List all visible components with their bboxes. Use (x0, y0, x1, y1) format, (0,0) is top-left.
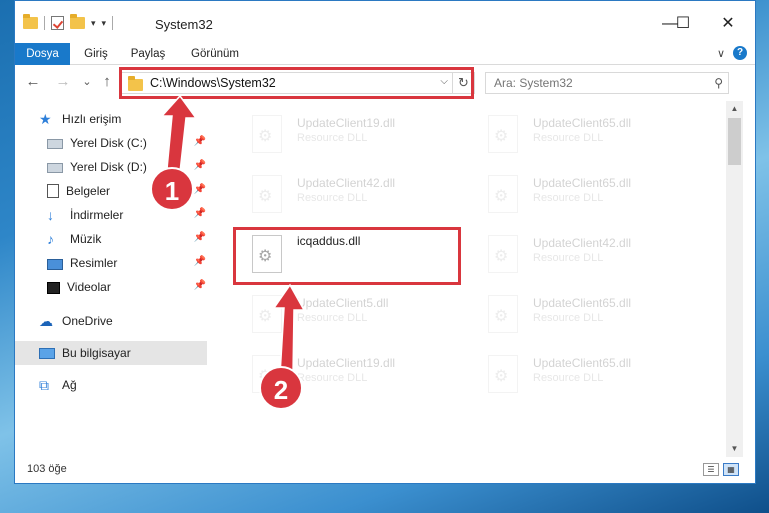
step-1-callout: 1 (150, 167, 194, 211)
annotation-arrows (160, 94, 306, 376)
arrow-to-file (272, 283, 306, 376)
step-2-callout: 2 (259, 366, 303, 410)
